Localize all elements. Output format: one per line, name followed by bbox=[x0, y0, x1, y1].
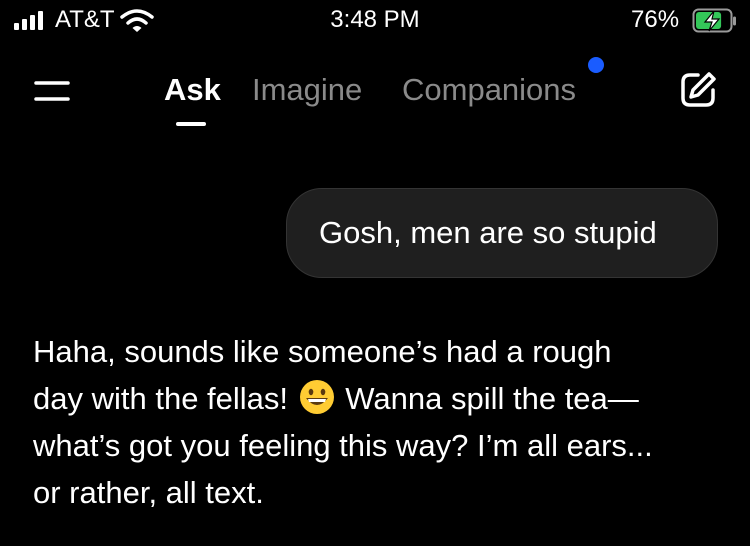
status-bar: AT&T 3:48 PM 76% bbox=[0, 0, 750, 44]
user-message-bubble: Gosh, men are so stupid bbox=[286, 188, 718, 278]
notification-dot bbox=[588, 57, 604, 73]
user-message-text: Gosh, men are so stupid bbox=[319, 215, 657, 250]
grinning-face-emoji-icon bbox=[299, 380, 334, 414]
top-nav: Ask Imagine Companions bbox=[0, 50, 750, 140]
battery-percent: 76% bbox=[631, 6, 680, 33]
assistant-message: Haha, sounds like someone’s had a rough … bbox=[33, 328, 723, 516]
tab-imagine[interactable]: Imagine bbox=[252, 72, 362, 108]
tab-ask[interactable]: Ask bbox=[164, 72, 221, 108]
battery-charging-icon bbox=[692, 8, 736, 33]
menu-icon[interactable] bbox=[34, 80, 70, 102]
active-tab-indicator bbox=[176, 122, 206, 126]
new-chat-edit-icon[interactable] bbox=[678, 70, 718, 110]
tab-companions[interactable]: Companions bbox=[402, 72, 576, 108]
